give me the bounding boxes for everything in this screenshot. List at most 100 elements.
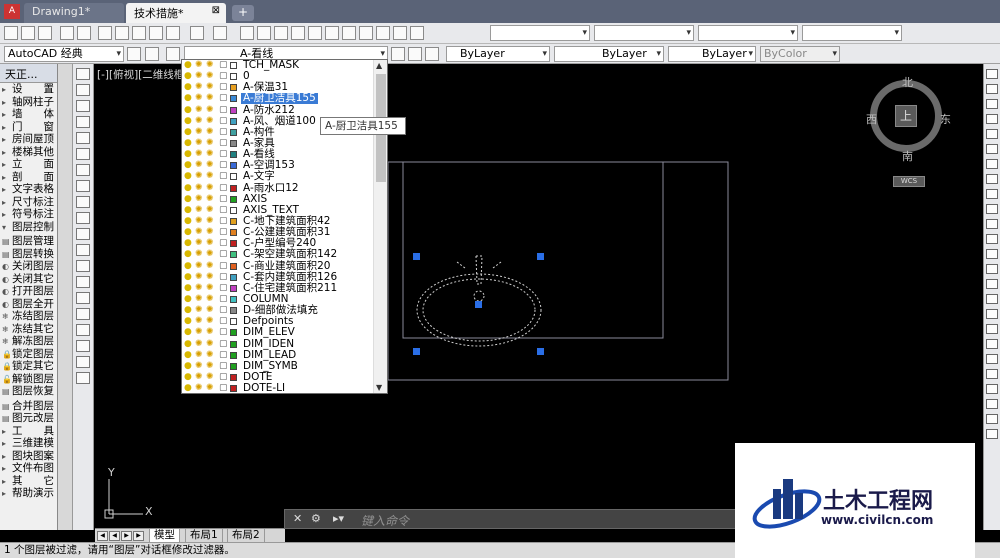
table-icon[interactable] — [76, 340, 90, 352]
array-icon[interactable] — [986, 129, 998, 139]
view-icon[interactable] — [986, 429, 998, 439]
layer-viewport-thaw-icon[interactable]: ✺ — [206, 317, 215, 326]
layer-row[interactable]: ● ✺ ✺ ▢ C-架空建筑面积142 — [182, 249, 387, 260]
scroll-up-icon[interactable]: ▲ — [376, 61, 382, 70]
tz-menu-item[interactable]: 🔒锁定图层 — [0, 348, 57, 361]
layer-thaw-icon[interactable]: ✺ — [195, 161, 204, 170]
new-tab-button[interactable]: + — [232, 5, 254, 21]
layer-dropdown-list[interactable]: ● ✺ ✺ ▢ TCH_MASK ● ✺ ✺ ▢ 0 ● ✺ ✺ ▢ A-保温31 ● ✺ ✺ ▢ A-厨卫洁具155… — [181, 59, 388, 394]
layer-row[interactable]: ● ✺ ✺ ▢ A-厨卫洁具155 — [182, 93, 387, 105]
scroll-down-icon[interactable]: ▼ — [376, 383, 382, 392]
stretch-icon[interactable] — [986, 189, 998, 199]
layer-on-icon[interactable]: ● — [184, 183, 193, 193]
region-icon[interactable] — [76, 324, 90, 336]
layer-unlock-icon[interactable]: ▢ — [219, 350, 228, 360]
tz-menu-item[interactable]: ▾ 图层控制 — [0, 221, 57, 234]
break-icon[interactable] — [986, 249, 998, 259]
layer-previous-icon[interactable] — [408, 47, 422, 61]
last-layout-icon[interactable]: ▶ — [133, 531, 144, 541]
redo-icon[interactable] — [213, 26, 227, 40]
layer-color-swatch[interactable] — [230, 117, 237, 125]
layer-unlock-icon[interactable]: ▢ — [219, 138, 228, 148]
layer-thaw-icon[interactable]: ✺ — [195, 384, 204, 393]
layer-color-swatch[interactable] — [230, 62, 237, 69]
layer-unlock-icon[interactable]: ▢ — [219, 283, 228, 293]
tz-menu-item[interactable]: 🔒锁定其它 — [0, 360, 57, 373]
compass-west[interactable]: 西 — [866, 111, 877, 127]
layer-thaw-icon[interactable]: ✺ — [195, 61, 204, 70]
hatch-back-icon[interactable] — [986, 399, 998, 409]
layer-thaw-icon[interactable]: ✺ — [195, 83, 204, 92]
copy-icon[interactable] — [115, 26, 129, 40]
layer-row[interactable]: ● ✺ ✺ ▢ DOTE-LI — [182, 383, 387, 393]
rectangle-icon[interactable] — [76, 132, 90, 144]
tz-menu-item[interactable]: ▸ 尺寸标注 — [0, 196, 57, 209]
save-icon[interactable] — [38, 26, 52, 40]
layer-row[interactable]: ● ✺ ✺ ▢ C-商业建筑面积20 — [182, 260, 387, 272]
layer-thaw-icon[interactable]: ✺ — [195, 228, 204, 237]
prev-layout-icon[interactable]: ◀ — [109, 531, 120, 541]
color-dropdown[interactable]: ByLayer ▾ — [446, 46, 550, 62]
layer-color-swatch[interactable] — [230, 251, 237, 259]
layer-color-swatch[interactable] — [230, 351, 237, 359]
construction-line-icon[interactable] — [76, 84, 90, 96]
tz-menu-item[interactable]: ◐ 关闭其它 — [0, 273, 57, 286]
layer-thaw-icon[interactable]: ✺ — [195, 150, 204, 159]
layer-list-scrollbar[interactable]: ▲ ▼ — [373, 60, 387, 393]
layer-thaw-icon[interactable]: ✺ — [195, 250, 204, 259]
rotate-icon[interactable] — [986, 159, 998, 169]
insert-block-icon[interactable] — [76, 244, 90, 256]
layer-on-icon[interactable]: ● — [184, 72, 193, 81]
print-icon[interactable] — [60, 26, 74, 40]
layer-thaw-icon[interactable]: ✺ — [195, 294, 204, 304]
quickcalc-icon[interactable] — [393, 26, 407, 40]
layer-viewport-thaw-icon[interactable]: ✺ — [206, 161, 215, 170]
layer-row[interactable]: ● ✺ ✺ ▢ TCH_MASK — [182, 60, 387, 71]
layer-on-icon[interactable]: ● — [184, 328, 193, 337]
layer-color-swatch[interactable] — [230, 295, 237, 303]
layer-unlock-icon[interactable]: ▢ — [219, 205, 228, 215]
compass-north[interactable]: 北 — [902, 74, 913, 90]
zoom-window-icon[interactable] — [274, 26, 288, 40]
layer-on-icon[interactable]: ● — [184, 105, 193, 115]
layer-thaw-icon[interactable]: ✺ — [195, 361, 204, 371]
layer-unlock-icon[interactable]: ▢ — [219, 250, 228, 259]
layer-on-icon[interactable]: ● — [184, 239, 193, 248]
tab-model[interactable]: 模型 — [149, 529, 180, 543]
layer-color-swatch[interactable] — [230, 73, 237, 81]
tab-layout2[interactable]: 布局2 — [227, 529, 265, 543]
layer-unlock-icon[interactable]: ▢ — [219, 372, 228, 382]
block-editor-icon[interactable] — [166, 26, 180, 40]
layer-viewport-thaw-icon[interactable]: ✺ — [206, 61, 215, 70]
layer-viewport-thaw-icon[interactable]: ✺ — [206, 239, 215, 248]
tz-menu-item[interactable]: ◐ 关闭图层 — [0, 260, 57, 273]
layer-row[interactable]: ● ✺ ✺ ▢ A-空调153 — [182, 160, 387, 171]
layer-thaw-icon[interactable]: ✺ — [195, 272, 204, 282]
layer-unlock-icon[interactable]: ▢ — [219, 317, 228, 326]
layer-viewport-thaw-icon[interactable]: ✺ — [206, 205, 215, 215]
layer-color-swatch[interactable] — [230, 273, 237, 281]
layer-thaw-icon[interactable]: ✺ — [195, 138, 204, 148]
layer-row[interactable]: ● ✺ ✺ ▢ DIM_SYMB — [182, 360, 387, 372]
layer-viewport-thaw-icon[interactable]: ✺ — [206, 350, 215, 360]
layer-viewport-thaw-icon[interactable]: ✺ — [206, 72, 215, 81]
layer-color-swatch[interactable] — [230, 195, 237, 203]
layer-viewport-thaw-icon[interactable]: ✺ — [206, 138, 215, 148]
linetype-dropdown[interactable]: ByLayer ▾ — [554, 46, 664, 62]
explode-icon[interactable] — [986, 324, 998, 334]
layer-thaw-icon[interactable]: ✺ — [195, 205, 204, 215]
layer-thaw-icon[interactable]: ✺ — [195, 183, 204, 193]
sheet-set-icon[interactable] — [359, 26, 373, 40]
properties-icon[interactable] — [308, 26, 322, 40]
layer-viewport-thaw-icon[interactable]: ✺ — [206, 261, 215, 271]
layer-thaw-icon[interactable]: ✺ — [195, 350, 204, 360]
layer-on-icon[interactable]: ● — [184, 138, 193, 148]
layer-viewport-thaw-icon[interactable]: ✺ — [206, 306, 215, 315]
layer-viewport-thaw-icon[interactable]: ✺ — [206, 384, 215, 393]
preview-icon[interactable] — [77, 26, 91, 40]
layer-unlock-icon[interactable]: ▢ — [219, 83, 228, 92]
ellipse-icon[interactable] — [76, 212, 90, 224]
layer-viewport-thaw-icon[interactable]: ✺ — [206, 172, 215, 181]
text-style-dropdown[interactable]: ▾ — [490, 25, 590, 41]
mirror-icon[interactable] — [986, 99, 998, 109]
